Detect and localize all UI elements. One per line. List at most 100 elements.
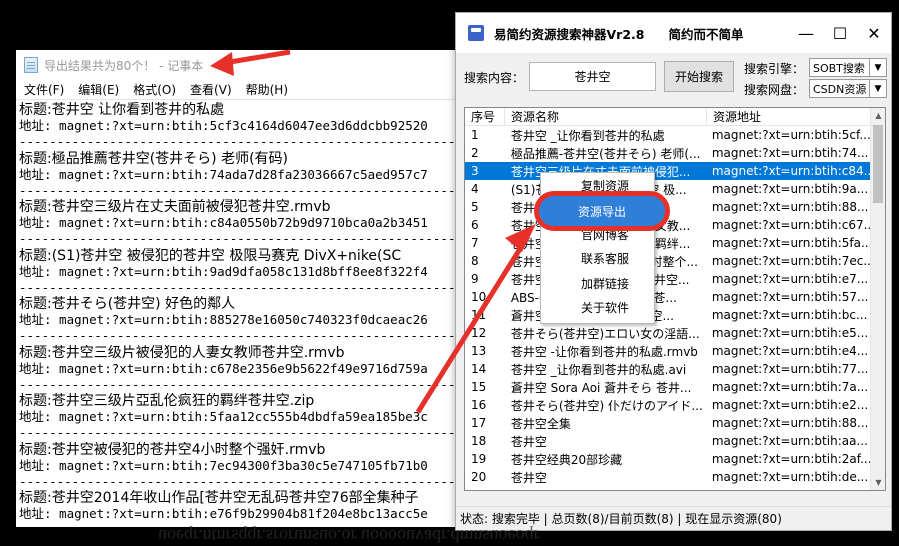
row-number: 3 xyxy=(471,164,479,178)
notepad-text-area[interactable]: 标题:苍井空 让你看到苍井的私處 地址: magnet:?xt=urn:btih:… xyxy=(16,100,476,527)
export-label: 资源导出 xyxy=(577,204,626,219)
record-address: 地址: magnet:?xt=urn:btih:74ada7d28fa23036… xyxy=(19,166,428,182)
row-address: magnet:?xt=urn:btih:de... xyxy=(711,470,869,484)
table-row[interactable]: 13 苍井空 -让你看到苍井的私處.rmvb magnet:?xt=urn:btih… xyxy=(465,342,870,360)
table-row[interactable]: 10ABS-007 苍井空 中出しW苍...magnet:?xt=urn:bti… xyxy=(465,288,870,306)
chevron-down-icon[interactable]: ▼ xyxy=(869,80,886,97)
search-panel: 搜索内容： 苍井空 开始搜索 搜索引擎： SOBT搜索 ▼ 搜索网盘： CSDN… xyxy=(456,57,891,98)
table-row[interactable]: 18 苍井空 magnet:?xt=urn:btih:aa... xyxy=(465,432,870,450)
row-number: 4 xyxy=(471,182,479,196)
row-name: 苍井空 _让你看到苍井的私處.avi xyxy=(510,362,687,377)
engine-select[interactable]: SOBT搜索 ▼ xyxy=(809,58,887,77)
record-separator: ----------------------------------------… xyxy=(19,182,464,198)
scroll-thumb[interactable] xyxy=(873,125,883,203)
menu-file[interactable]: 文件(F) xyxy=(16,81,71,98)
scroll-down-icon[interactable]: ▼ xyxy=(871,475,885,490)
table-row[interactable]: 15 蒼井空 Sora Aoi 蒼井そら 苍井... magnet:?xt=urn:… xyxy=(465,378,870,396)
row-address: magnet:?xt=urn:btih:7a... xyxy=(711,380,869,394)
table-row[interactable]: 16 苍井そら(苍井空) 仆だけのアイド... magnet:?xt=urn:bti… xyxy=(465,396,870,414)
engine-value: SOBT搜索 xyxy=(813,61,865,75)
record-title: 标题:苍井そら(苍井空) 好色的鄰人 xyxy=(19,296,236,312)
table-row[interactable]: 9苍井空2014年收山作品[苍井空...magnet:?xt=urn:btih:… xyxy=(465,270,870,288)
notepad-menubar: 文件(F) 编辑(E) 格式(O) 查看(V) 帮助(H) xyxy=(16,80,476,100)
record-separator: ----------------------------------------… xyxy=(19,231,464,246)
record: 标题:極品推薦苍井空(苍井そら) 老师(有码) 地址: magnet:?xt=ur… xyxy=(19,151,476,200)
row-name: 苍井空经典20部珍藏 xyxy=(510,452,623,467)
row-address: magnet:?xt=urn:btih:7ec... xyxy=(711,254,871,268)
disk-value: CSDN资源 xyxy=(813,82,867,96)
menu-about[interactable]: 关于软件 xyxy=(541,296,654,321)
menu-export-resource[interactable]: 资源导出 xyxy=(534,191,670,231)
table-row[interactable]: 7苍井空三级片亞乱伦疯狂的羁绊...magnet:?xt=urn:btih:5f… xyxy=(465,234,870,252)
record-separator: ----------------------------------------… xyxy=(19,425,464,440)
record: 标题:苍井そら(苍井空) 好色的鄰人 地址: magnet:?xt=urn:bti… xyxy=(19,296,476,345)
record-address: 地址: magnet:?xt=urn:btih:e76f9b29904b81f2… xyxy=(19,506,428,521)
column-name[interactable]: 资源名称 xyxy=(505,108,707,125)
close-icon[interactable]: ✕ xyxy=(857,13,891,53)
record: 标题:苍井空被侵犯的苍井空4小时整个强奸.rmvb 地址: magnet:?xt=… xyxy=(19,442,476,491)
menu-edit[interactable]: 编辑(E) xyxy=(71,81,126,98)
disk-label: 搜索网盘： xyxy=(744,83,805,97)
record: 标题:(S1)苍井空 被侵犯的苍井空 极限马赛克 DivX+nike(SC 地址:… xyxy=(19,248,476,297)
column-address[interactable]: 资源地址 xyxy=(707,108,872,125)
disk-select[interactable]: CSDN资源 ▼ xyxy=(809,79,887,98)
row-number: 18 xyxy=(471,434,487,448)
table-row[interactable]: 20 苍井空 magnet:?xt=urn:btih:de... xyxy=(465,468,870,486)
row-address: magnet:?xt=urn:btih:57... xyxy=(711,290,869,304)
table-row[interactable]: 4(S1)苍井空 被侵犯的苍井空 极...magnet:?xt=urn:btih… xyxy=(465,180,870,198)
row-number: 14 xyxy=(471,362,487,376)
record-address: 地址: magnet:?xt=urn:btih:c678e2356e9b5622… xyxy=(19,360,428,376)
menu-help[interactable]: 帮助(H) xyxy=(239,81,295,98)
table-row[interactable]: 19 苍井空经典20部珍藏 magnet:?xt=urn:btih:2af... xyxy=(465,450,870,468)
table-row[interactable]: 11蒼井空 苍井空 中出し苍井空...magnet:?xt=urn:btih:b… xyxy=(465,306,870,324)
row-number: 13 xyxy=(471,344,487,358)
table-row[interactable]: 2 極品推薦-苍井空(苍井そら) 老师(... magnet:?xt=urn:bti… xyxy=(465,144,870,162)
row-number: 1 xyxy=(471,128,479,142)
menu-view[interactable]: 查看(V) xyxy=(183,81,239,98)
vertical-scrollbar[interactable]: ▲ ▼ xyxy=(870,108,885,490)
record-address: 地址: magnet:?xt=urn:btih:9ad9dfa058c131d8… xyxy=(19,263,428,279)
table-row[interactable]: 14 苍井空 _让你看到苍井的私處.avi magnet:?xt=urn:btih:… xyxy=(465,360,870,378)
notepad-titlebar: 导出结果共为80个！ - 记事本 xyxy=(16,50,476,80)
row-name: 苍井空 _让你看到苍井的私處 xyxy=(510,128,665,143)
row-address: magnet:?xt=urn:btih:88... xyxy=(711,200,869,214)
record-separator: ----------------------------------------… xyxy=(19,376,464,392)
minimize-icon[interactable]: — xyxy=(789,13,823,53)
table-row[interactable]: 3苍井空三级片在丈夫面前被侵犯...magnet:?xt=urn:btih:c8… xyxy=(465,162,870,180)
row-number: 7 xyxy=(471,236,479,250)
record-title: 标题:苍井空三级片亞乱伦疯狂的羁绊苍井空.zip xyxy=(19,393,315,409)
notepad-icon xyxy=(24,57,38,73)
results-listview[interactable]: 序号 资源名称 资源地址 1 苍井空 _让你看到苍井的私處 magnet:?xt=u… xyxy=(464,107,886,491)
list-rows: 1 苍井空 _让你看到苍井的私處 magnet:?xt=urn:btih:5cf..… xyxy=(465,126,870,490)
record-title: 标题:極品推薦苍井空(苍井そら) 老师(有码) xyxy=(19,150,289,167)
engine-label: 搜索引擎： xyxy=(744,62,805,76)
menu-format[interactable]: 格式(O) xyxy=(126,81,183,98)
chevron-down-icon[interactable]: ▼ xyxy=(869,59,886,76)
scroll-up-icon[interactable]: ▲ xyxy=(871,108,885,123)
menu-contact-support[interactable]: 联系客服 xyxy=(541,247,654,272)
table-row[interactable]: 17 苍井空全集 magnet:?xt=urn:btih:88... xyxy=(465,414,870,432)
row-address: magnet:?xt=urn:btih:e4... xyxy=(711,344,869,358)
row-address: magnet:?xt=urn:btih:5cf... xyxy=(711,128,871,142)
table-row[interactable]: 12 苍井そら(苍井空)エロい女の淫語... magnet:?xt=urn:btih… xyxy=(465,324,870,342)
table-row[interactable]: 1 苍井空 _让你看到苍井的私處 magnet:?xt=urn:btih:5cf..… xyxy=(465,126,870,144)
table-row[interactable]: 8苍井空被侵犯的苍井空4小时整个...magnet:?xt=urn:btih:7… xyxy=(465,252,870,270)
menu-join-group[interactable]: 加群链接 xyxy=(541,271,654,296)
record: 标题:苍井空三级片亞乱伦疯狂的羁绊苍井空.zip 地址: magnet:?xt=u… xyxy=(19,393,476,442)
notepad-title: 导出结果共为80个！ - 记事本 xyxy=(44,58,204,73)
record-title: 标题:苍井空2014年收山作品[苍井空无乱码苍井空76部全集种子 xyxy=(19,490,419,506)
search-input[interactable]: 苍井空 xyxy=(529,62,656,91)
record-separator: ----------------------------------------… xyxy=(19,473,464,489)
row-address: magnet:?xt=urn:btih:bc... xyxy=(711,308,868,322)
record-address: 地址: magnet:?xt=urn:btih:c84a0550b72b9d97… xyxy=(19,215,428,230)
start-search-button[interactable]: 开始搜索 xyxy=(664,61,734,92)
row-name: 蒼井空 Sora Aoi 蒼井そら 苍井... xyxy=(510,380,692,395)
record-address: 地址: magnet:?xt=urn:btih:7ec94300f3ba30c5… xyxy=(19,457,428,473)
column-no[interactable]: 序号 xyxy=(465,108,505,125)
maximize-icon[interactable]: ☐ xyxy=(823,13,857,53)
tool-titlebar: 易简约资源搜索神器Vr2.8 简约而不简单 — ☐ ✕ xyxy=(456,13,891,53)
record-title: 标题:苍井空三级片在丈夫面前被侵犯苍井空.rmvb xyxy=(19,199,331,215)
row-number: 12 xyxy=(471,326,487,340)
row-address: magnet:?xt=urn:btih:9a... xyxy=(711,182,869,196)
row-address: magnet:?xt=urn:btih:2af... xyxy=(711,452,871,466)
